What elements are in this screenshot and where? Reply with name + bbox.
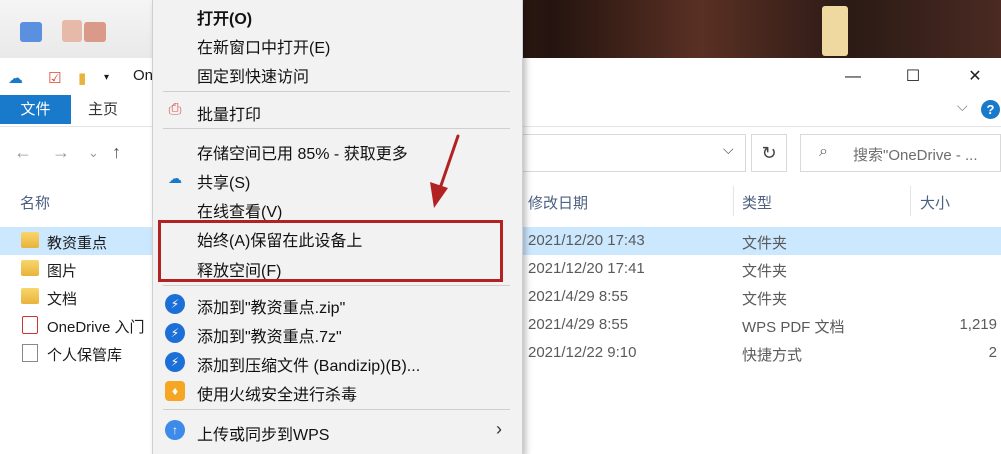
minimize-button[interactable]: — xyxy=(830,62,876,92)
file-size: 1,219 xyxy=(959,316,997,333)
annotation-highlight-box xyxy=(158,220,503,282)
search-box[interactable]: ⌕ 搜索"OneDrive - ... xyxy=(800,134,1001,172)
column-size[interactable]: 大小 xyxy=(920,192,950,213)
pdf-icon xyxy=(22,316,38,334)
column-modified[interactable]: 修改日期 xyxy=(528,192,588,213)
menu-batch-print[interactable]: 批量打印 xyxy=(197,101,261,125)
help-icon[interactable]: ? xyxy=(981,100,1000,119)
window-title: On xyxy=(133,67,154,84)
menu-separator xyxy=(163,409,510,410)
file-name: 教资重点 xyxy=(47,235,108,252)
folder-icon xyxy=(21,232,39,248)
bandizip-icon: ⚡ xyxy=(165,323,185,343)
column-name[interactable]: 名称 xyxy=(20,192,50,213)
customize-quick-access-icon[interactable]: ▾ xyxy=(104,72,109,83)
expand-ribbon-icon[interactable]: ⌵ xyxy=(957,98,968,115)
menu-storage[interactable]: 存储空间已用 85% - 获取更多 xyxy=(197,140,408,164)
file-modified: 2021/12/20 17:43 xyxy=(528,232,645,249)
menu-separator xyxy=(163,285,510,286)
menu-add-archive[interactable]: 添加到压缩文件 (Bandizip)(B)... xyxy=(197,352,420,376)
recent-locations-button[interactable]: ⌄ xyxy=(88,145,99,161)
new-folder-icon[interactable]: ▮ xyxy=(78,69,86,87)
search-icon: ⌕ xyxy=(819,143,828,160)
file-name: OneDrive 入门 xyxy=(47,319,145,336)
submenu-chevron-icon: › xyxy=(496,419,502,439)
tab-home[interactable]: 主页 xyxy=(88,95,118,124)
folder-icon xyxy=(21,288,39,304)
back-button[interactable]: ← xyxy=(14,142,32,163)
file-type: WPS PDF 文档 xyxy=(742,319,845,336)
menu-share[interactable]: 共享(S) xyxy=(197,169,250,193)
menu-view-online[interactable]: 在线查看(V) xyxy=(197,198,282,222)
properties-icon[interactable]: ☑ xyxy=(48,69,61,87)
file-name: 文档 xyxy=(47,291,78,308)
refresh-button[interactable]: ↻ xyxy=(751,134,787,172)
file-type: 文件夹 xyxy=(742,291,788,308)
search-placeholder: 搜索"OneDrive - ... xyxy=(853,147,978,164)
blurred-icon xyxy=(20,22,42,42)
column-divider[interactable] xyxy=(910,186,911,216)
menu-add-7z[interactable]: 添加到"教资重点.7z" xyxy=(197,323,342,347)
file-modified: 2021/4/29 8:55 xyxy=(528,288,629,305)
column-divider[interactable] xyxy=(733,186,734,216)
menu-open-new-window[interactable]: 在新窗口中打开(E) xyxy=(197,34,330,58)
menu-upload-wps[interactable]: 上传或同步到WPS xyxy=(197,421,329,445)
file-modified: 2021/12/20 17:41 xyxy=(528,260,645,277)
blurred-icon xyxy=(62,20,82,42)
menu-antivirus[interactable]: 使用火绒安全进行杀毒 xyxy=(197,381,357,405)
huorong-shield-icon: ♦ xyxy=(165,381,185,401)
file-modified: 2021/12/22 9:10 xyxy=(528,344,637,361)
folder-icon xyxy=(21,260,39,276)
file-name: 个人保管库 xyxy=(47,347,123,364)
file-modified: 2021/4/29 8:55 xyxy=(528,316,629,333)
bandizip-icon: ⚡ xyxy=(165,294,185,314)
blurred-icon xyxy=(822,6,848,56)
menu-separator xyxy=(163,91,510,92)
up-button[interactable]: ↑ xyxy=(112,142,121,163)
file-type: 文件夹 xyxy=(742,263,788,280)
tab-file[interactable]: 文件 xyxy=(0,95,71,124)
onedrive-cloud-icon: ☁ xyxy=(8,70,23,87)
desktop-left-area xyxy=(0,0,152,58)
menu-separator xyxy=(163,128,510,129)
file-type: 文件夹 xyxy=(742,235,788,252)
forward-button[interactable]: → xyxy=(52,142,70,163)
file-size: 2 xyxy=(988,344,997,361)
shortcut-icon xyxy=(22,344,38,362)
blurred-icon xyxy=(84,22,106,42)
menu-add-zip[interactable]: 添加到"教资重点.zip" xyxy=(197,294,345,318)
column-type[interactable]: 类型 xyxy=(742,192,772,213)
menu-open[interactable]: 打开(O) xyxy=(197,5,252,29)
file-name: 图片 xyxy=(47,263,78,280)
onedrive-cloud-icon: ☁ xyxy=(168,170,182,186)
close-button[interactable]: ✕ xyxy=(952,62,998,92)
annotation-arrow-icon xyxy=(430,134,460,208)
maximize-button[interactable]: ☐ xyxy=(890,62,936,92)
address-bar[interactable] xyxy=(520,134,746,172)
menu-pin-quick-access[interactable]: 固定到快速访问 xyxy=(197,63,309,87)
bandizip-icon: ⚡ xyxy=(165,352,185,372)
printer-icon: ⎙ xyxy=(168,101,182,118)
wps-upload-cloud-icon: ↑ xyxy=(165,420,185,440)
file-type: 快捷方式 xyxy=(742,347,803,364)
address-dropdown-icon[interactable]: ⌵ xyxy=(723,141,734,158)
